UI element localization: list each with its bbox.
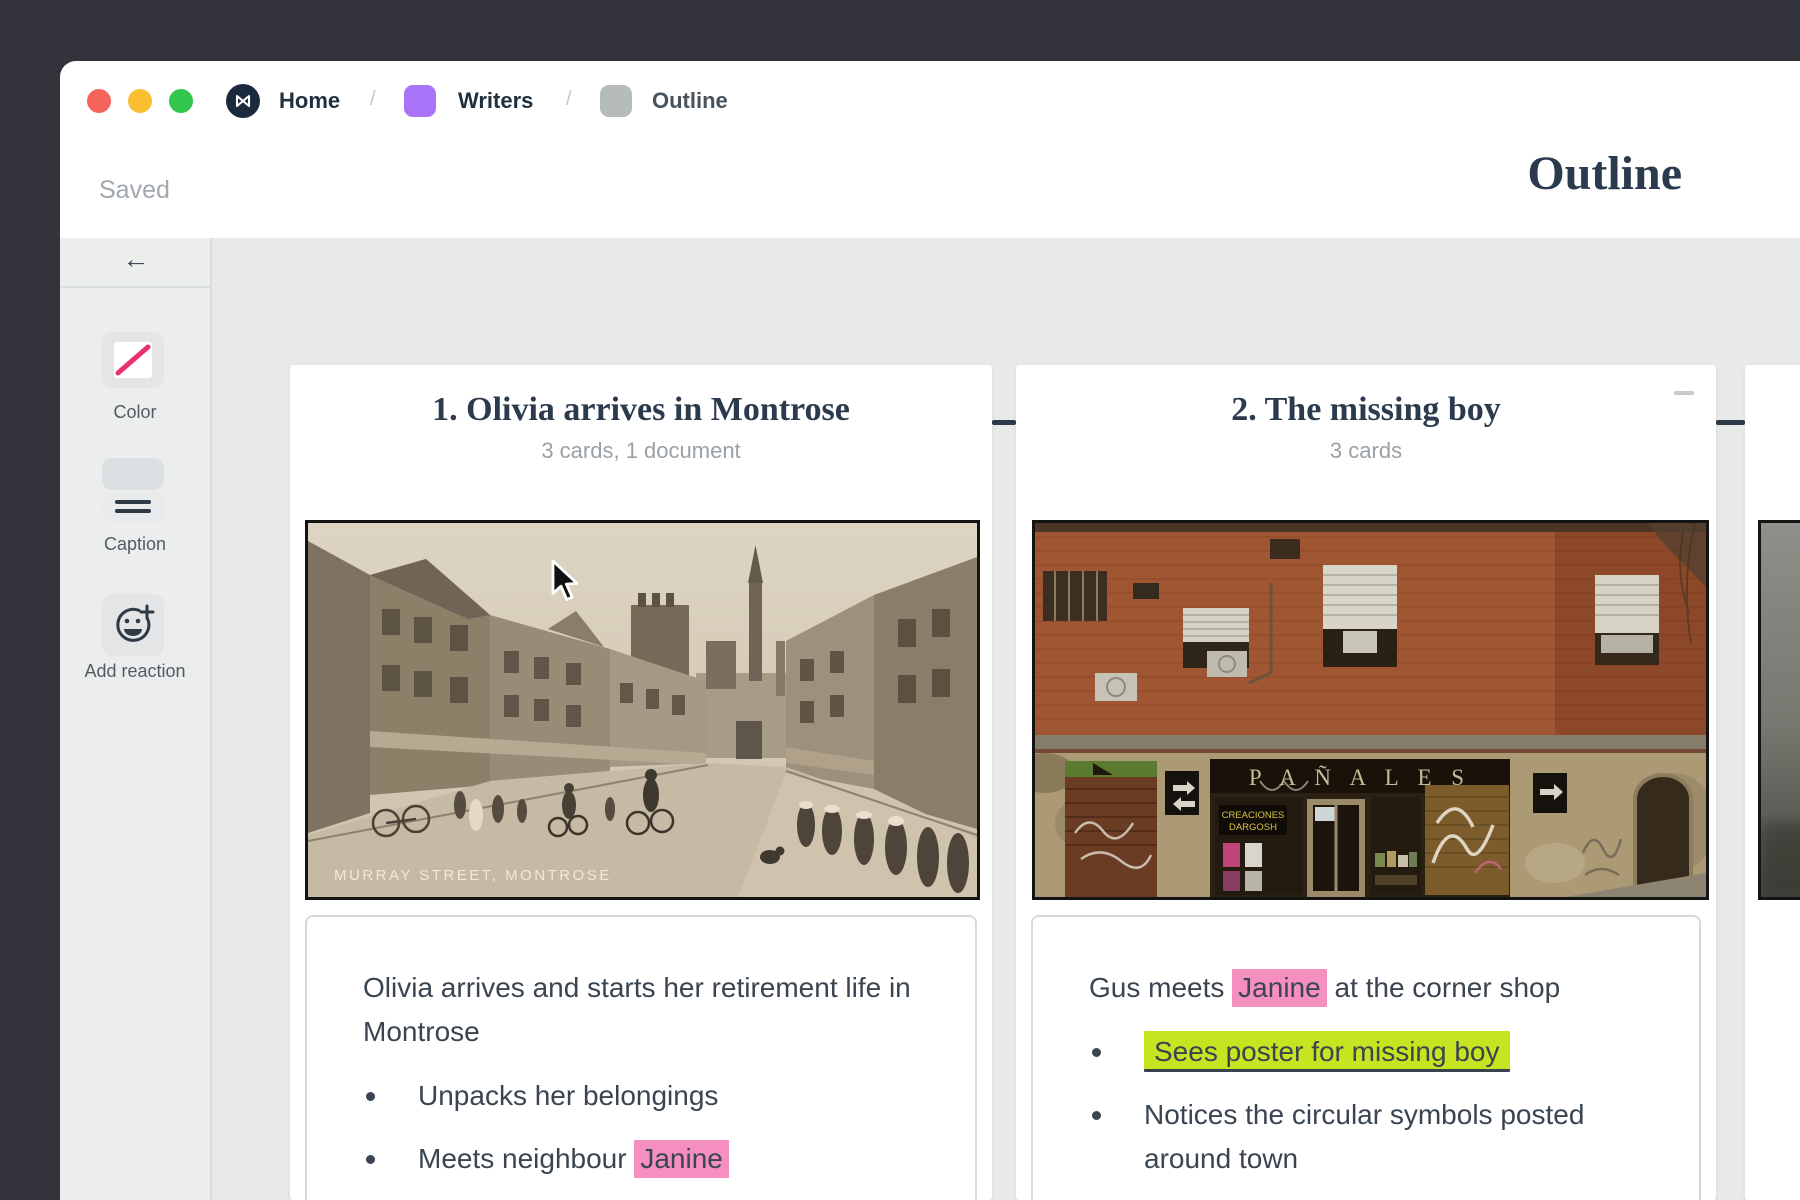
card-subtitle: 3 cards <box>1026 438 1706 464</box>
card-text-block[interactable]: Gus meets Janine at the corner shop Sees… <box>1031 915 1701 1200</box>
bullet-list: Unpacks her belongings Meets neighbour J… <box>363 1074 935 1181</box>
smiley-plus-icon <box>102 594 164 656</box>
breadcrumb-label-home[interactable]: Home <box>279 88 340 114</box>
highlight-missing-boy: Sees poster for missing boy <box>1144 1031 1510 1072</box>
breadcrumb-label-writers[interactable]: Writers <box>458 88 533 114</box>
color-none-icon <box>114 342 152 378</box>
bullet-dot <box>366 1155 375 1164</box>
minimize-button[interactable] <box>128 89 152 113</box>
card-image-montrose-street[interactable]: MURRAY STREET, MONTROSE <box>305 520 980 900</box>
close-button[interactable] <box>87 89 111 113</box>
sidebar-divider <box>60 286 210 288</box>
zoom-button[interactable] <box>169 89 193 113</box>
bullet-list: Sees poster for missing boy Notices the … <box>1089 1030 1659 1181</box>
list-item[interactable]: Unpacks her belongings <box>363 1074 935 1118</box>
card-title[interactable]: 2. The missing boy <box>1026 391 1706 429</box>
card-title[interactable]: 1. Olivia arrives in Montrose <box>300 391 982 429</box>
card-connector <box>992 420 1016 425</box>
breadcrumb-swatch-writers[interactable] <box>404 85 436 117</box>
color-tool-button[interactable] <box>102 332 164 388</box>
breadcrumb-label-outline[interactable]: Outline <box>652 88 728 114</box>
list-item[interactable]: Meets neighbour Janine <box>363 1137 935 1181</box>
add-reaction-button[interactable] <box>102 594 164 656</box>
save-status: Saved <box>99 176 170 205</box>
bullet-dot <box>366 1092 375 1101</box>
list-item[interactable]: Notices the circular symbols posted arou… <box>1089 1093 1659 1181</box>
breadcrumb-swatch-outline[interactable] <box>600 85 632 117</box>
bullet-dot <box>1092 1048 1101 1057</box>
card-text-block[interactable]: Olivia arrives and starts her retirement… <box>305 915 977 1200</box>
app-frame: Home / Writers / Outline Saved Outline ←… <box>0 0 1800 1200</box>
card-image-corner-shop[interactable]: P A Ñ A L E S CREACIONES DARGOSH <box>1032 520 1709 900</box>
back-arrow-button[interactable]: ← <box>112 244 160 280</box>
breadcrumb-separator: / <box>566 88 572 111</box>
paragraph[interactable]: Gus meets Janine at the corner shop <box>1089 966 1659 1010</box>
bullet-dot <box>1092 1111 1101 1120</box>
breadcrumb-separator: / <box>370 88 376 111</box>
card-connector <box>1716 420 1745 425</box>
list-item[interactable]: Sees poster for missing boy <box>1089 1030 1659 1074</box>
color-tool-label: Color <box>60 402 210 423</box>
caption-line-icon <box>115 500 151 504</box>
photo-caption: MURRAY STREET, MONTROSE <box>334 867 612 884</box>
shop-sign2-line2: DARGOSH <box>1229 822 1277 833</box>
caption-line-icon <box>115 509 151 513</box>
caption-tool-button[interactable] <box>102 492 164 523</box>
paragraph[interactable]: Olivia arrives and starts her retirement… <box>363 966 935 1054</box>
highlight-janine: Janine <box>1232 969 1327 1007</box>
card-partial[interactable] <box>1745 365 1800 1200</box>
card-image-partial[interactable] <box>1758 520 1800 900</box>
breadcrumb-item-home[interactable] <box>226 84 260 118</box>
milanote-logo-icon <box>232 90 254 112</box>
caption-tool-button[interactable] <box>102 458 164 490</box>
shop-sign2-line1: CREACIONES <box>1222 810 1285 821</box>
highlight-janine: Janine <box>634 1140 729 1178</box>
card-olivia[interactable]: 1. Olivia arrives in Montrose 3 cards, 1… <box>290 365 992 1200</box>
caption-tool-label: Caption <box>60 534 210 555</box>
card-subtitle: 3 cards, 1 document <box>300 438 982 464</box>
collapse-card-handle[interactable] <box>1674 391 1694 395</box>
card-missing-boy[interactable]: 2. The missing boy 3 cards <box>1016 365 1716 1200</box>
board-title[interactable]: Outline <box>1527 146 1682 201</box>
add-reaction-label: Add reaction <box>60 661 210 682</box>
